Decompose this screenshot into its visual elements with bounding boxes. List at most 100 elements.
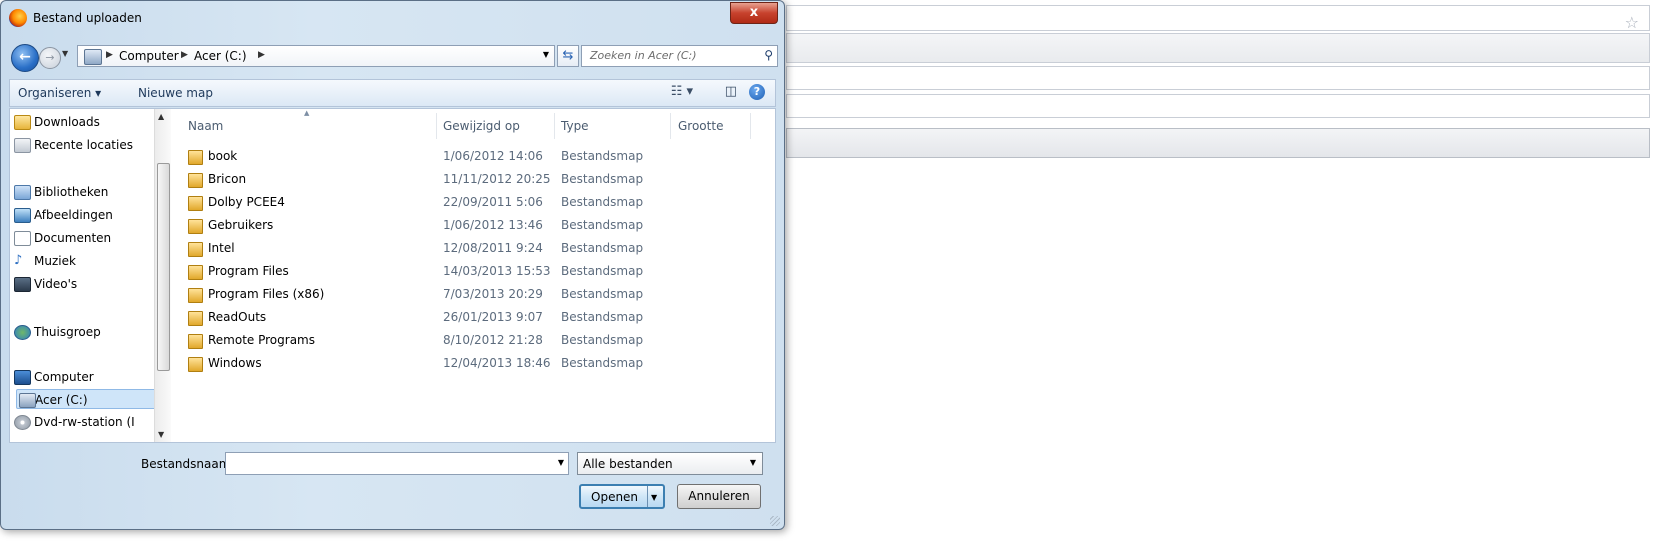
help-icon[interactable]: ? xyxy=(749,84,765,100)
folder-icon xyxy=(188,357,203,372)
file-name: Program Files xyxy=(208,264,289,278)
column-header-size[interactable]: Grootte xyxy=(678,115,723,137)
file-modified: 26/01/2013 9:07 xyxy=(443,310,543,324)
sidebar-item-label: Downloads xyxy=(34,115,100,129)
music-icon: ♪ xyxy=(14,253,23,268)
folder-icon xyxy=(188,288,203,303)
dialog-titlebar[interactable]: Bestand uploaden x xyxy=(1,1,784,35)
file-type: Bestandsmap xyxy=(561,218,644,232)
chevron-right-icon[interactable]: ▶ xyxy=(106,50,113,60)
table-row[interactable]: Gebruikers 1/06/2012 13:46 Bestandsmap xyxy=(172,214,775,236)
column-header-type[interactable]: Type xyxy=(561,115,589,137)
browser-field[interactable] xyxy=(786,94,1650,118)
recent-places-icon xyxy=(14,138,31,153)
table-row[interactable]: Program Files 14/03/2013 15:53 Bestandsm… xyxy=(172,260,775,282)
forward-button[interactable]: → xyxy=(39,47,61,69)
breadcrumb-computer[interactable]: Computer xyxy=(119,49,179,63)
scroll-up-icon[interactable]: ▲ xyxy=(158,112,164,121)
table-row[interactable]: Program Files (x86) 7/03/2013 20:29 Best… xyxy=(172,283,775,305)
search-input[interactable]: Zoeken in Acer (C:) ⚲ xyxy=(581,45,778,67)
new-folder-button[interactable]: Nieuwe map xyxy=(138,86,213,100)
address-bar[interactable]: ▶ Computer ▶ Acer (C:) ▶ ▼ xyxy=(77,45,555,67)
chevron-right-icon[interactable]: ▶ xyxy=(258,50,265,60)
sidebar-item-label: Muziek xyxy=(34,254,76,268)
file-list: Naam ▲ Gewijzigd op Type Grootte book 1/… xyxy=(172,109,775,442)
documents-icon xyxy=(14,231,31,246)
column-separator[interactable] xyxy=(670,113,671,139)
content-area: Downloads Recente locaties Bibliotheken … xyxy=(9,108,776,443)
chevron-right-icon[interactable]: ▶ xyxy=(181,50,188,60)
filename-input[interactable]: ▼ xyxy=(225,452,569,475)
chevron-down-icon[interactable]: ▼ xyxy=(750,458,756,467)
chevron-down-icon[interactable]: ▼ xyxy=(651,486,657,509)
column-header-modified[interactable]: Gewijzigd op xyxy=(443,115,520,137)
downloads-folder-icon xyxy=(14,115,31,130)
file-name: Intel xyxy=(208,241,235,255)
sidebar-item-music[interactable]: ♪ Muziek xyxy=(14,251,76,271)
close-button[interactable]: x xyxy=(730,2,778,24)
browser-field[interactable] xyxy=(786,66,1650,90)
table-row[interactable]: book 1/06/2012 14:06 Bestandsmap xyxy=(172,145,775,167)
view-options-icon[interactable]: ☷ ▾ xyxy=(671,84,693,99)
table-row[interactable]: Dolby PCEE4 22/09/2011 5:06 Bestandsmap xyxy=(172,191,775,213)
sidebar-scrollbar[interactable]: ▲ ▼ xyxy=(154,109,171,442)
sidebar-item-recent[interactable]: Recente locaties xyxy=(14,135,133,155)
preview-pane-icon[interactable]: ◫ xyxy=(725,84,737,99)
chevron-down-icon[interactable]: ▼ xyxy=(558,458,564,467)
navigation-pane: Downloads Recente locaties Bibliotheken … xyxy=(10,109,171,442)
table-row[interactable]: ReadOuts 26/01/2013 9:07 Bestandsmap xyxy=(172,306,775,328)
column-separator[interactable] xyxy=(750,113,751,139)
table-row[interactable]: Bricon 11/11/2012 20:25 Bestandsmap xyxy=(172,168,775,190)
back-button[interactable]: ← xyxy=(11,44,39,72)
refresh-button[interactable]: ⇆ xyxy=(557,45,579,67)
cancel-button[interactable]: Annuleren xyxy=(677,484,761,509)
scrollbar-thumb[interactable] xyxy=(157,163,170,371)
dvd-drive-icon xyxy=(14,415,31,430)
sidebar-item-computer[interactable]: Computer xyxy=(14,367,94,387)
folder-icon xyxy=(188,219,203,234)
scroll-down-icon[interactable]: ▼ xyxy=(158,430,164,439)
file-name: Gebruikers xyxy=(208,218,274,232)
file-type: Bestandsmap xyxy=(561,241,644,255)
sidebar-item-label: Acer (C:) xyxy=(35,393,88,407)
file-name: Remote Programs xyxy=(208,333,315,347)
libraries-icon xyxy=(14,185,31,200)
organize-menu[interactable]: Organiseren ▾ xyxy=(18,86,101,100)
sidebar-item-documents[interactable]: Documenten xyxy=(14,228,111,248)
address-dropdown-icon[interactable]: ▼ xyxy=(543,50,549,59)
sidebar-item-label: Recente locaties xyxy=(34,138,133,152)
history-dropdown-icon[interactable]: ▼ xyxy=(62,49,68,58)
bookmark-star-icon[interactable]: ☆ xyxy=(1625,13,1639,32)
open-button[interactable]: Openen ▼ xyxy=(579,484,665,509)
folder-icon xyxy=(188,334,203,349)
browser-url-bar[interactable]: ☆ xyxy=(786,5,1650,32)
table-row[interactable]: Intel 12/08/2011 9:24 Bestandsmap xyxy=(172,237,775,259)
file-type: Bestandsmap xyxy=(561,333,644,347)
videos-icon xyxy=(14,277,31,292)
sidebar-item-libraries[interactable]: Bibliotheken xyxy=(14,182,108,202)
sidebar-item-videos[interactable]: Video's xyxy=(14,274,77,294)
table-row[interactable]: Windows 12/04/2013 18:46 Bestandsmap xyxy=(172,352,775,374)
sidebar-item-pictures[interactable]: Afbeeldingen xyxy=(14,205,113,225)
firefox-icon xyxy=(9,9,27,27)
file-type: Bestandsmap xyxy=(561,195,644,209)
filetype-value: Alle bestanden xyxy=(583,457,673,471)
file-modified: 14/03/2013 15:53 xyxy=(443,264,551,278)
sidebar-item-homegroup[interactable]: Thuisgroep xyxy=(14,322,101,342)
button-split-divider xyxy=(647,486,648,507)
breadcrumb-drive[interactable]: Acer (C:) xyxy=(194,49,247,63)
file-name: Bricon xyxy=(208,172,247,186)
resize-grip-icon[interactable] xyxy=(770,516,780,526)
file-modified: 7/03/2013 20:29 xyxy=(443,287,543,301)
filetype-select[interactable]: Alle bestanden ▼ xyxy=(577,452,763,475)
search-placeholder: Zoeken in Acer (C:) xyxy=(590,49,697,62)
table-row[interactable]: Remote Programs 8/10/2012 21:28 Bestands… xyxy=(172,329,775,351)
sidebar-item-dvd[interactable]: Dvd-rw-station (I xyxy=(14,412,135,432)
sidebar-item-acer-c[interactable]: Acer (C:) xyxy=(16,389,160,409)
sidebar-item-downloads[interactable]: Downloads xyxy=(14,112,100,132)
search-icon[interactable]: ⚲ xyxy=(764,48,773,62)
column-header-name[interactable]: Naam xyxy=(188,115,223,137)
filename-label: Bestandsnaam: xyxy=(141,457,235,471)
column-separator[interactable] xyxy=(554,113,555,139)
column-separator[interactable] xyxy=(436,113,437,139)
